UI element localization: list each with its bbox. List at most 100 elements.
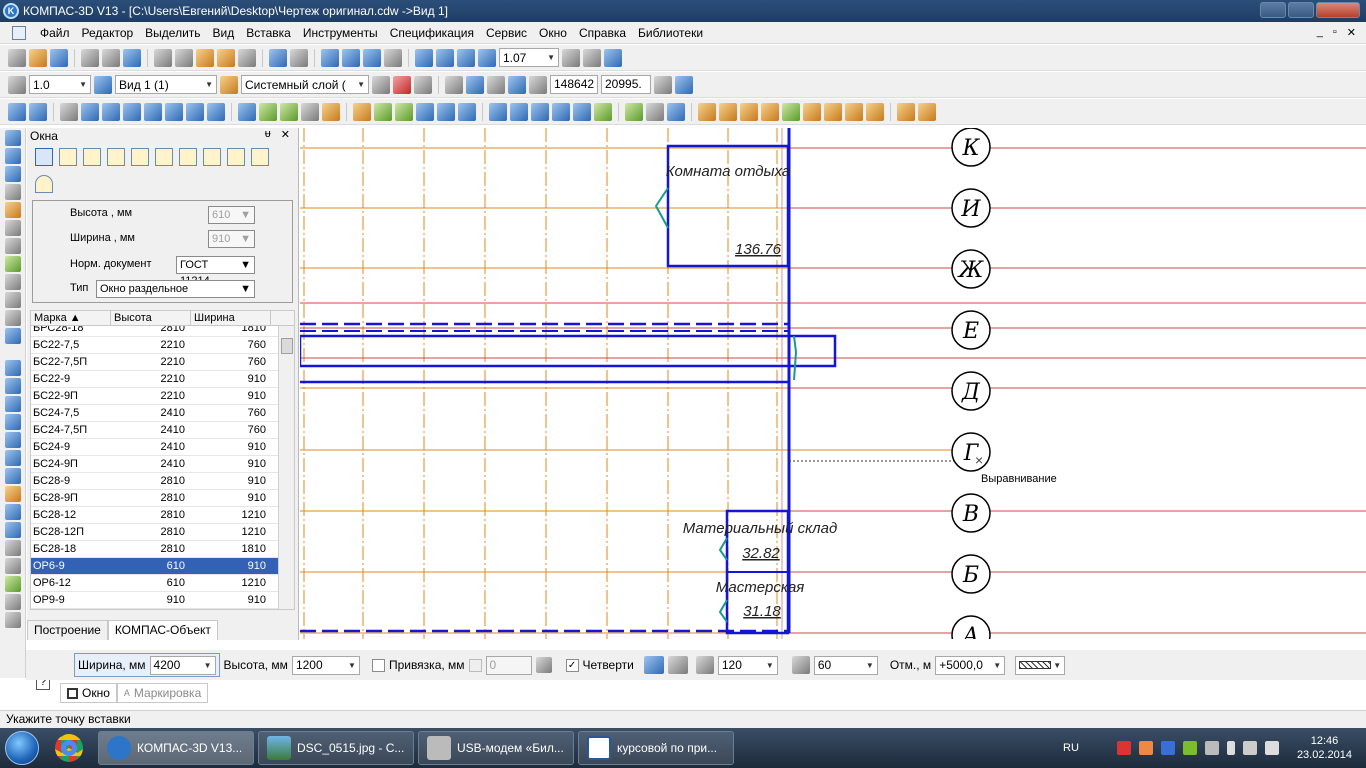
tree-plant-icon[interactable]: [782, 102, 800, 121]
tool-wall-icon[interactable]: [60, 102, 78, 121]
menu-select[interactable]: Выделить: [139, 26, 206, 40]
copy-icon[interactable]: [175, 48, 193, 67]
table-row[interactable]: БС24-7,5П 2410 760: [31, 422, 279, 439]
table-row[interactable]: БС28-18 2810 1810: [31, 541, 279, 558]
circle-icon[interactable]: [5, 414, 21, 430]
spec-icon-1[interactable]: [489, 102, 507, 121]
fillet-icon[interactable]: [5, 558, 21, 574]
tool-niche-icon[interactable]: [144, 102, 162, 121]
furniture-icon-3[interactable]: [740, 102, 758, 121]
view-combo[interactable]: Вид 1 (1) ▼: [115, 75, 217, 94]
association-icon[interactable]: [5, 256, 21, 272]
menu-edit[interactable]: Редактор: [76, 26, 140, 40]
menu-insert[interactable]: Вставка: [240, 26, 297, 40]
grid-icon[interactable]: [445, 75, 463, 94]
edit-icon[interactable]: [5, 184, 21, 200]
menu-tools[interactable]: Инструменты: [297, 26, 384, 40]
polyline-icon[interactable]: [5, 486, 21, 502]
spec-icon-5[interactable]: [573, 102, 591, 121]
pan-icon[interactable]: [562, 48, 580, 67]
spline-icon[interactable]: [5, 468, 21, 484]
furniture-icon-6[interactable]: [845, 102, 863, 121]
select-icon[interactable]: [5, 238, 21, 254]
tool-grid-axes-icon[interactable]: [29, 102, 47, 121]
insert-icon[interactable]: [5, 310, 21, 326]
tab-marking[interactable]: A Маркировка: [116, 683, 209, 703]
zoom-in-icon[interactable]: [436, 48, 454, 67]
layout-icon-4[interactable]: [107, 148, 125, 166]
misc-icon-2[interactable]: [646, 102, 664, 121]
vertical-scrollbar[interactable]: [278, 326, 294, 609]
scroll-thumb[interactable]: [281, 338, 293, 354]
col-width-header[interactable]: Ширина: [191, 311, 271, 325]
quarter-outer-icon[interactable]: [667, 656, 688, 674]
binding-sub-checkbox[interactable]: [468, 658, 482, 672]
fence-icon[interactable]: [897, 102, 915, 121]
table-row[interactable]: БС24-7,5 2410 760: [31, 405, 279, 422]
binding-field[interactable]: 0: [485, 655, 532, 675]
tool-mark-icon[interactable]: [207, 102, 225, 121]
layout-icon-2[interactable]: [59, 148, 77, 166]
arc-icon[interactable]: [5, 432, 21, 448]
layout-icon-7[interactable]: [179, 148, 197, 166]
taskbar-word[interactable]: курсовой по при...: [578, 731, 734, 765]
layout-icon-6[interactable]: [155, 148, 173, 166]
layout-icon-1[interactable]: [35, 148, 53, 166]
table-row[interactable]: БС28-9 2810 910: [31, 473, 279, 490]
spec-icon-2[interactable]: [510, 102, 528, 121]
parameter-icon[interactable]: [654, 75, 672, 94]
spec-icon-3[interactable]: [531, 102, 549, 121]
tray-vk-icon[interactable]: [1160, 741, 1175, 755]
quarters-checkbox[interactable]: ✓: [565, 658, 579, 672]
furniture-icon-5[interactable]: [824, 102, 842, 121]
tray-icon-1[interactable]: [1116, 741, 1131, 755]
table-row[interactable]: БС22-9 2210 910: [31, 371, 279, 388]
equidistant-icon[interactable]: [5, 576, 21, 592]
furniture-icon-8[interactable]: [918, 102, 936, 121]
furniture-icon-4[interactable]: [761, 102, 779, 121]
width-combo[interactable]: 910 ▼: [208, 230, 255, 248]
layout-arch-icon[interactable]: [35, 175, 53, 193]
lib-icon-2[interactable]: [374, 102, 392, 121]
pin-icon[interactable]: ᵾ: [265, 128, 271, 141]
tool-stair-icon[interactable]: [238, 102, 256, 121]
pick-point-icon[interactable]: [535, 657, 552, 673]
line-icon[interactable]: [5, 378, 21, 394]
table-row[interactable]: БС28-12 2810 1210: [31, 507, 279, 524]
tray-icon-2[interactable]: [1138, 741, 1153, 755]
hatch-icon[interactable]: [5, 612, 21, 628]
dimensions-icon[interactable]: [5, 148, 21, 164]
fragments-icon[interactable]: [5, 328, 21, 344]
tool-door-icon[interactable]: [186, 102, 204, 121]
geometry-icon[interactable]: [5, 130, 21, 146]
redo-icon[interactable]: [290, 48, 308, 67]
minimize-button[interactable]: [1260, 2, 1286, 18]
ortho-mode-icon[interactable]: [487, 75, 505, 94]
table-row[interactable]: ОР6-9 610 910: [31, 558, 279, 575]
misc-icon-3[interactable]: [667, 102, 685, 121]
spec-icon-4[interactable]: [552, 102, 570, 121]
lib-icon-1[interactable]: [353, 102, 371, 121]
redraw-icon[interactable]: [604, 48, 622, 67]
height-combo[interactable]: 610 ▼: [208, 206, 255, 224]
cursor-step-combo[interactable]: 1.0 ▼: [29, 75, 91, 94]
cut-icon[interactable]: [154, 48, 172, 67]
preview-icon[interactable]: [102, 48, 120, 67]
parameters-icon[interactable]: [675, 75, 693, 94]
segment-icon[interactable]: [5, 396, 21, 412]
menu-file[interactable]: Файл: [34, 26, 76, 40]
zoom-window-icon[interactable]: [415, 48, 433, 67]
table-row[interactable]: БС22-9П 2210 910: [31, 388, 279, 405]
coord-y-field[interactable]: 20995.: [601, 75, 651, 94]
tray-battery-icon[interactable]: [1226, 741, 1235, 755]
contour-icon[interactable]: [5, 504, 21, 520]
ellipse-icon[interactable]: [5, 450, 21, 466]
round-icon[interactable]: [508, 75, 526, 94]
step-icon[interactable]: [8, 75, 26, 94]
mdi-restore-icon[interactable]: ▫: [1333, 26, 1337, 39]
reports-icon[interactable]: [5, 292, 21, 308]
zoom-combo[interactable]: 1.07 ▼: [499, 48, 559, 67]
new-file-icon[interactable]: [8, 48, 26, 67]
tool-rail-icon[interactable]: [322, 102, 340, 121]
layer-combo[interactable]: Системный слой (▼: [241, 75, 369, 94]
